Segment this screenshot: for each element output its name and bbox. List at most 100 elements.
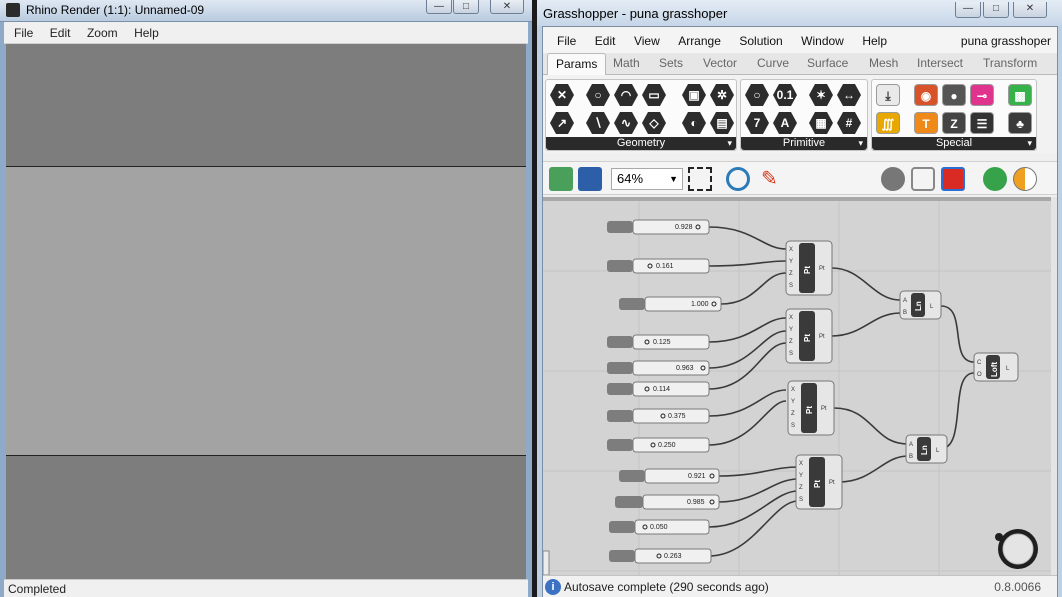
menu-edit[interactable]: Edit <box>595 27 616 55</box>
domain-param-icon[interactable]: ↔ <box>837 84 861 106</box>
surface-param-icon[interactable]: ◇ <box>642 112 666 134</box>
number-slider[interactable]: 0.250 <box>607 437 710 453</box>
close-icon[interactable]: ✕ <box>490 0 524 14</box>
custom-preview-icon[interactable] <box>983 167 1007 191</box>
canvas-scrollbar[interactable] <box>1051 197 1057 575</box>
version-label: 0.8.0066 <box>994 580 1041 594</box>
tab-surface[interactable]: Surface <box>807 56 848 70</box>
menu-view[interactable]: View <box>634 27 660 55</box>
gradient-icon[interactable]: T <box>914 112 938 134</box>
colour-param-icon[interactable]: ✶ <box>809 84 833 106</box>
menu-file[interactable]: File <box>12 22 35 44</box>
document-name[interactable]: puna grasshoper <box>961 27 1051 55</box>
shaded-preview-icon[interactable] <box>911 167 935 191</box>
line-component[interactable]: Ln A B L <box>899 290 942 320</box>
menu-help[interactable]: Help <box>862 27 887 55</box>
menu-edit[interactable]: Edit <box>48 22 73 44</box>
menu-help[interactable]: Help <box>132 22 161 44</box>
construct-point-component[interactable]: Pt X Y Z S Pt <box>787 380 835 436</box>
menu-solution[interactable]: Solution <box>739 27 782 55</box>
group-param-icon[interactable]: ▤ <box>710 112 734 134</box>
domain2-param-icon[interactable]: # <box>837 112 861 134</box>
menu-file[interactable]: File <box>557 27 576 55</box>
circle-param-icon[interactable]: ○ <box>586 84 610 106</box>
construct-point-component[interactable]: Pt X Y Z S Pt <box>795 454 843 510</box>
loft-component[interactable]: Loft C O L <box>973 352 1019 382</box>
display-mode-icon[interactable] <box>1013 167 1037 191</box>
tab-mesh[interactable]: Mesh <box>869 56 898 70</box>
component-name: Pt <box>813 480 822 488</box>
list-icon[interactable]: ☰ <box>970 112 994 134</box>
geometry-param-icon[interactable]: ◐ <box>682 112 706 134</box>
number-slider[interactable]: 0.375 <box>607 408 710 424</box>
maximize-icon[interactable]: □ <box>983 2 1009 18</box>
number-slider[interactable]: 0.125 <box>607 334 710 350</box>
tab-math[interactable]: Math <box>613 56 640 70</box>
wireframe-preview-icon[interactable] <box>881 167 905 191</box>
maximize-icon[interactable]: □ <box>453 0 479 14</box>
number-slider[interactable]: 0.963 <box>607 360 710 376</box>
tab-sets[interactable]: Sets <box>659 56 683 70</box>
brep-param-icon[interactable]: ▣ <box>682 84 706 106</box>
rhino-titlebar[interactable]: Rhino Render (1:1): Unnamed-09 — □ ✕ <box>0 0 532 22</box>
grasshopper-canvas[interactable]: 0.928 0.161 1.000 0.125 0.963 0.114 0.37… <box>543 197 1057 575</box>
expand-icon[interactable]: ▾ <box>858 137 863 150</box>
canvas-scroll-handle[interactable] <box>543 550 550 575</box>
menu-arrange[interactable]: Arrange <box>678 27 721 55</box>
integer-param-icon[interactable]: 0.1 <box>773 84 797 106</box>
slider-icon[interactable]: ⊸ <box>970 84 994 106</box>
sketch-pen-icon[interactable]: ✎ <box>761 167 785 191</box>
preview-eye-icon[interactable] <box>726 167 750 191</box>
construct-point-component[interactable]: Pt X Y Z S Pt <box>785 240 833 296</box>
zoom-level-select[interactable]: 64% ▼ <box>611 168 683 190</box>
vector-param-icon[interactable]: ↗ <box>550 112 574 134</box>
save-file-icon[interactable] <box>578 167 602 191</box>
point-param-icon[interactable]: ✕ <box>550 84 574 106</box>
number-slider[interactable]: 0.263 <box>609 548 712 564</box>
graph-mapper-icon[interactable]: ∭ <box>876 112 900 134</box>
panel-icon[interactable]: ◉ <box>914 84 938 106</box>
palette-icon[interactable]: ▩ <box>1008 84 1032 106</box>
tab-params[interactable]: Params <box>547 53 607 76</box>
boolean-param-icon[interactable]: ○ <box>745 84 769 106</box>
tab-vector[interactable]: Vector <box>703 56 737 70</box>
menu-window[interactable]: Window <box>801 27 844 55</box>
number-slider[interactable]: 1.000 <box>619 296 722 312</box>
arc-param-icon[interactable]: ◠ <box>614 84 638 106</box>
minimize-icon[interactable]: — <box>955 2 981 18</box>
button-icon[interactable]: ● <box>942 84 966 106</box>
construct-point-component[interactable]: Pt X Y Z S Pt <box>785 308 833 364</box>
data-input-icon[interactable]: ⤓ <box>876 84 900 106</box>
grasshopper-titlebar[interactable]: Grasshopper - puna grasshoper — □ ✕ <box>537 0 1062 26</box>
tab-curve[interactable]: Curve <box>757 56 789 70</box>
number-param-icon[interactable]: 7 <box>745 112 769 134</box>
number-slider[interactable]: 0.161 <box>607 258 710 274</box>
curve-param-icon[interactable]: ∿ <box>614 112 638 134</box>
number-slider[interactable]: 0.928 <box>607 219 710 235</box>
compass-widget-icon[interactable] <box>995 529 1038 569</box>
matrix-param-icon[interactable]: ▦ <box>809 112 833 134</box>
line-component[interactable]: Ln A B L <box>905 434 948 464</box>
selected-preview-icon[interactable] <box>941 167 965 191</box>
expand-icon[interactable]: ▾ <box>1027 137 1032 150</box>
open-file-icon[interactable] <box>549 167 573 191</box>
tree-icon[interactable]: ♣ <box>1008 112 1032 134</box>
close-icon[interactable]: ✕ <box>1013 2 1047 18</box>
number-slider[interactable]: 0.114 <box>607 381 710 397</box>
box-param-icon[interactable]: ▭ <box>642 84 666 106</box>
toggle-icon[interactable]: Z <box>942 112 966 134</box>
text-param-icon[interactable]: A <box>773 112 797 134</box>
chevron-down-icon[interactable]: ▼ <box>669 169 678 189</box>
slider-value: 1.000 <box>691 301 709 308</box>
minimize-icon[interactable]: — <box>426 0 452 14</box>
expand-icon[interactable]: ▾ <box>727 137 732 150</box>
tab-transform[interactable]: Transform <box>983 56 1037 70</box>
tab-intersect[interactable]: Intersect <box>917 56 963 70</box>
zoom-extents-icon[interactable] <box>688 167 712 191</box>
number-slider[interactable]: 0.050 <box>609 519 710 535</box>
number-slider[interactable]: 0.921 <box>619 468 720 484</box>
line-param-icon[interactable]: ∖ <box>586 112 610 134</box>
mesh-param-icon[interactable]: ✲ <box>710 84 734 106</box>
number-slider[interactable]: 0.985 <box>615 494 720 510</box>
menu-zoom[interactable]: Zoom <box>85 22 120 44</box>
